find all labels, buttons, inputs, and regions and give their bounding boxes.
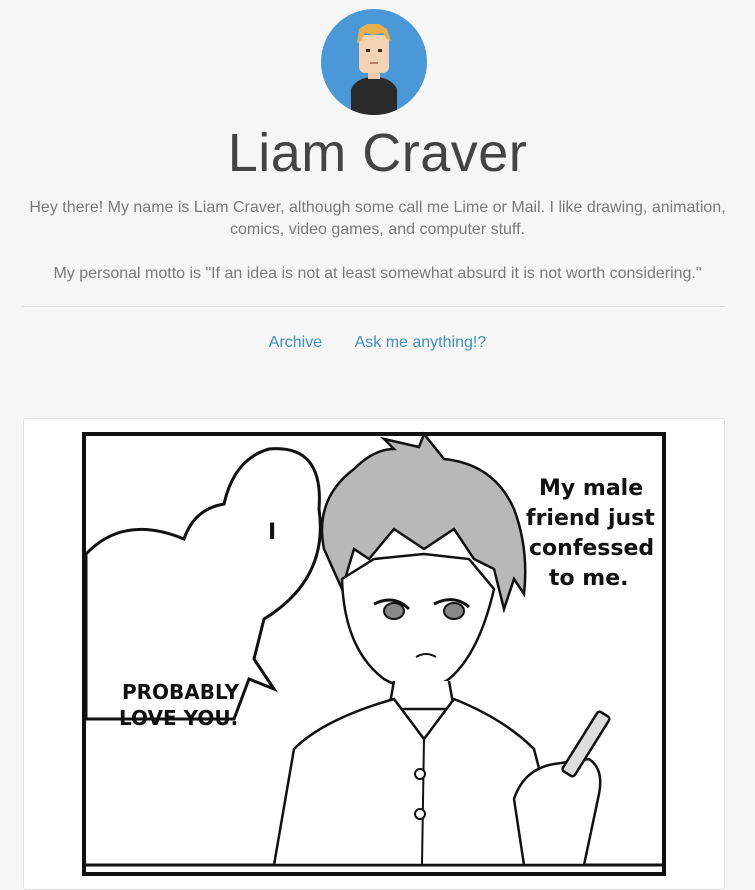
nav-links: Archive Ask me anything!? xyxy=(0,334,755,352)
speech-line-1: PROBABLY xyxy=(122,680,240,704)
page-title: Liam Craver xyxy=(227,123,528,183)
caption-line-3: confessed xyxy=(529,536,654,561)
pixel-portrait-avatar-icon xyxy=(351,24,397,115)
divider xyxy=(22,306,725,307)
caption-line-1: My male xyxy=(539,476,643,501)
bio-motto: My personal motto is "If an idea is not … xyxy=(53,265,702,282)
post-card: I PROBABLY LOVE YOU. My male friend just… xyxy=(23,418,725,890)
caption-line-4: to me. xyxy=(549,566,629,591)
bio-intro: Hey there! My name is Liam Craver, altho… xyxy=(29,199,726,238)
ask-link[interactable]: Ask me anything!? xyxy=(355,334,487,351)
comic-panel-image[interactable]: I PROBABLY LOVE YOU. My male friend just… xyxy=(24,419,724,889)
archive-link[interactable]: Archive xyxy=(269,334,322,351)
avatar[interactable] xyxy=(321,9,427,115)
caption-line-2: friend just xyxy=(526,506,655,531)
bubble-text: I xyxy=(268,520,276,545)
bio: Hey there! My name is Liam Craver, altho… xyxy=(20,197,735,285)
speech-line-2: LOVE YOU. xyxy=(119,706,238,730)
